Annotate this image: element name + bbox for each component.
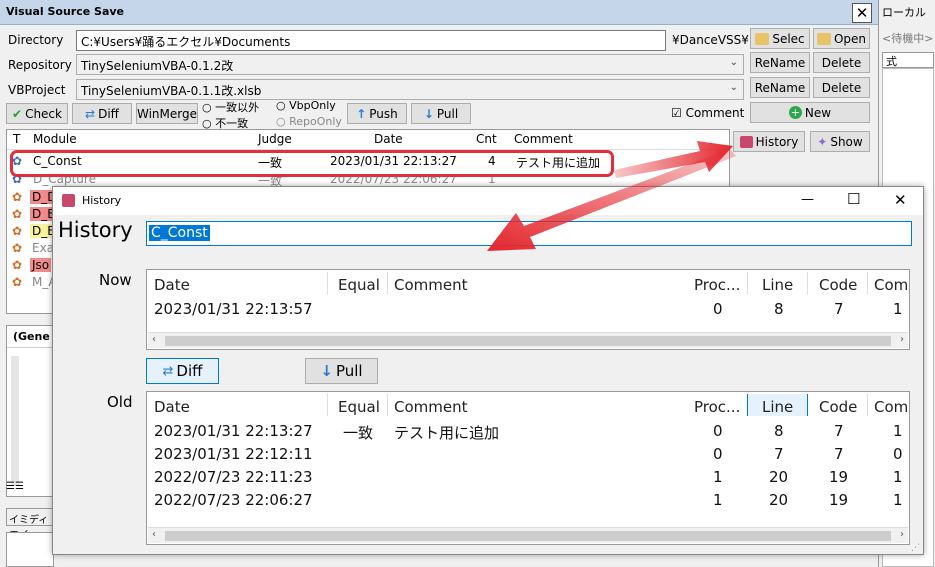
annotation-arrows [487, 141, 736, 251]
arrow-to-history-dialog [487, 149, 736, 251]
